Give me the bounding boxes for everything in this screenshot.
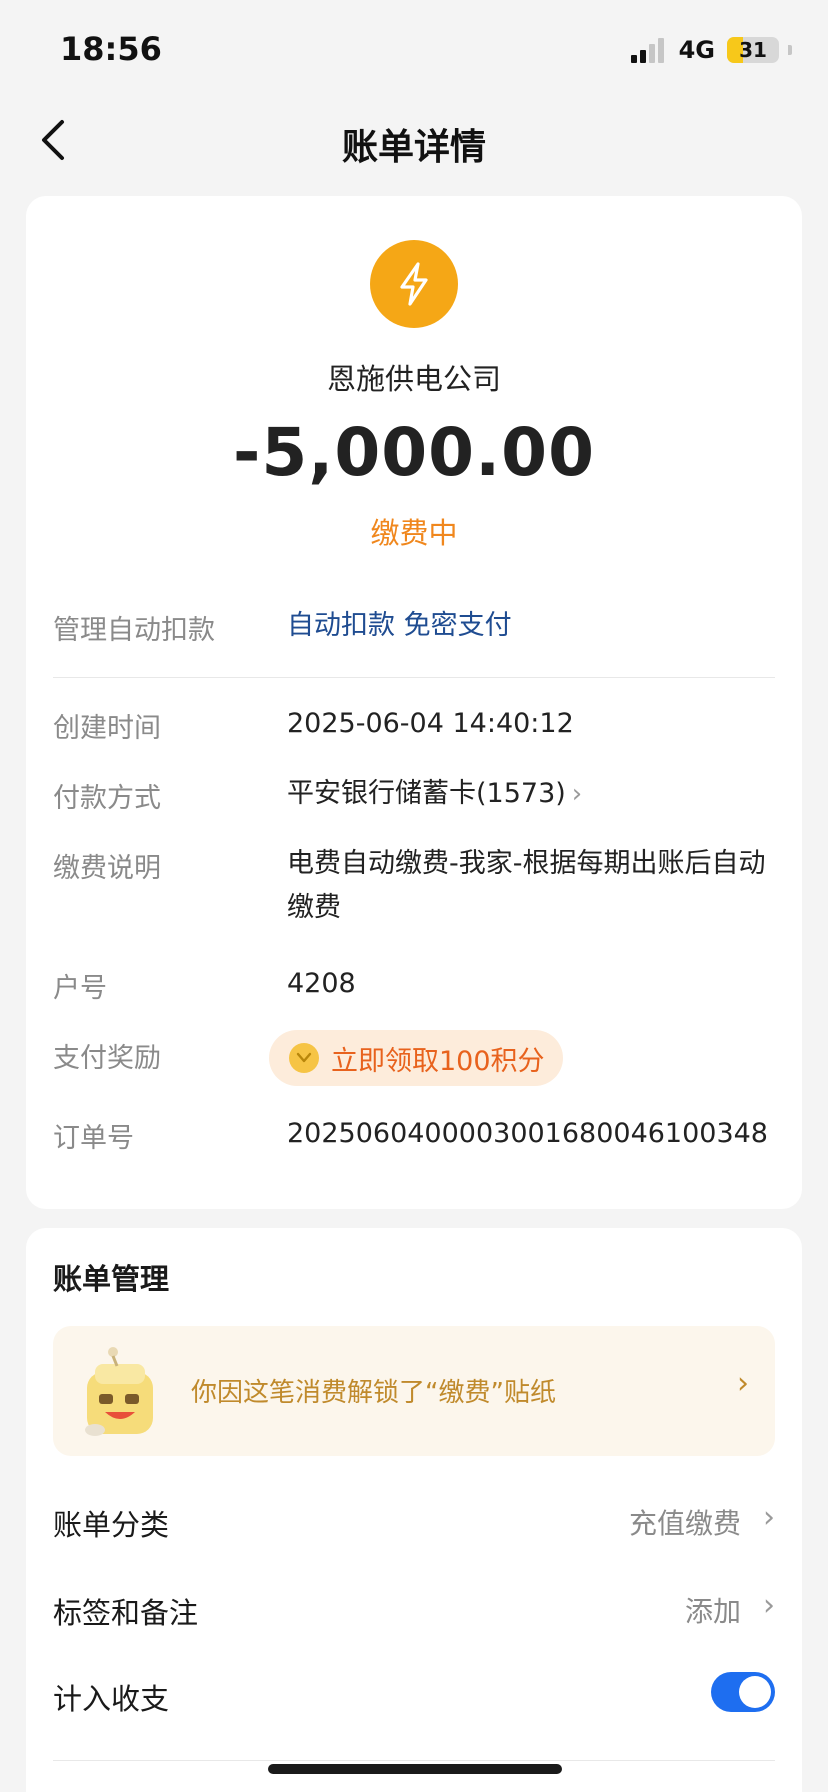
divider xyxy=(53,677,775,678)
include-stats-label: 计入收支 xyxy=(53,1682,170,1716)
home-indicator[interactable] xyxy=(268,1764,562,1774)
chevron-right-icon: › xyxy=(571,779,583,809)
tags-notes-row[interactable]: 标签和备注 添加 › xyxy=(53,1580,775,1640)
autopay-label: 管理自动扣款 xyxy=(53,615,215,646)
sticker-mascot-icon xyxy=(85,1347,153,1436)
divider xyxy=(53,1760,775,1761)
bill-category-label: 账单分类 xyxy=(53,1508,170,1542)
bill-amount: -5,000.00 xyxy=(232,414,596,491)
bill-category-row[interactable]: 账单分类 充值缴费 › xyxy=(53,1492,775,1552)
account-number-value: 4208 xyxy=(287,968,356,999)
merchant-name: 恩施供电公司 xyxy=(326,362,501,396)
sticker-banner[interactable]: 你因这笔消费解锁了“缴费”贴纸 › xyxy=(53,1326,775,1456)
status-indicators: 4G 31 xyxy=(630,36,792,64)
points-coin-icon xyxy=(289,1043,319,1073)
bill-detail-card: 恩施供电公司 -5,000.00 缴费中 管理自动扣款 自动扣款 免密支付 创建… xyxy=(26,196,802,1209)
created-time-value: 2025-06-04 14:40:12 xyxy=(287,708,574,739)
chevron-right-icon: › xyxy=(737,1366,749,1401)
status-bar: 18:56 4G 31 xyxy=(0,0,828,100)
network-label: 4G xyxy=(678,36,715,64)
chevron-right-icon: › xyxy=(763,1588,775,1623)
payment-method-value[interactable]: 平安银行储蓄卡(1573) xyxy=(287,778,566,809)
include-stats-toggle[interactable] xyxy=(711,1672,775,1712)
autopay-link[interactable]: 自动扣款 免密支付 xyxy=(287,604,775,648)
signal-icon xyxy=(630,37,667,63)
reward-label: 支付奖励 xyxy=(53,1043,161,1074)
claim-points-button[interactable]: 立即领取100积分 xyxy=(269,1030,563,1086)
section-title: 账单管理 xyxy=(53,1262,170,1296)
tags-notes-value: 添加 xyxy=(684,1595,741,1628)
bill-management-card: 账单管理 你因这笔消费解锁了“缴费”贴纸 › 账单分类 充值缴费 › 标签和备注… xyxy=(26,1228,802,1792)
battery-icon: 31 xyxy=(727,37,779,63)
lightning-icon xyxy=(400,262,428,306)
bill-category-value: 充值缴费 xyxy=(628,1507,741,1540)
include-stats-row: 计入收支 xyxy=(53,1666,775,1726)
description-value: 电费自动缴费-我家-根据每期出账后自动缴费 xyxy=(287,848,766,923)
chevron-right-icon: › xyxy=(763,1500,775,1535)
nav-bar: 账单详情 xyxy=(0,100,828,180)
status-time: 18:56 xyxy=(60,30,162,68)
created-time-label: 创建时间 xyxy=(53,713,161,744)
sticker-banner-text: 你因这笔消费解锁了“缴费”贴纸 xyxy=(191,1378,556,1408)
merchant-logo xyxy=(370,240,458,328)
description-label: 缴费说明 xyxy=(53,853,161,884)
payment-method-label: 付款方式 xyxy=(53,783,161,814)
claim-points-text: 立即领取100积分 xyxy=(331,1045,545,1077)
order-number-value: 2025060400003001680046100348 xyxy=(287,1118,768,1149)
account-number-label: 户号 xyxy=(53,973,107,1004)
order-number-label: 订单号 xyxy=(53,1123,134,1154)
page-title: 账单详情 xyxy=(341,127,486,168)
battery-level: 31 xyxy=(739,38,767,62)
bill-status: 缴费中 xyxy=(370,516,458,550)
toggle-knob xyxy=(739,1676,771,1708)
tags-notes-label: 标签和备注 xyxy=(53,1596,199,1630)
